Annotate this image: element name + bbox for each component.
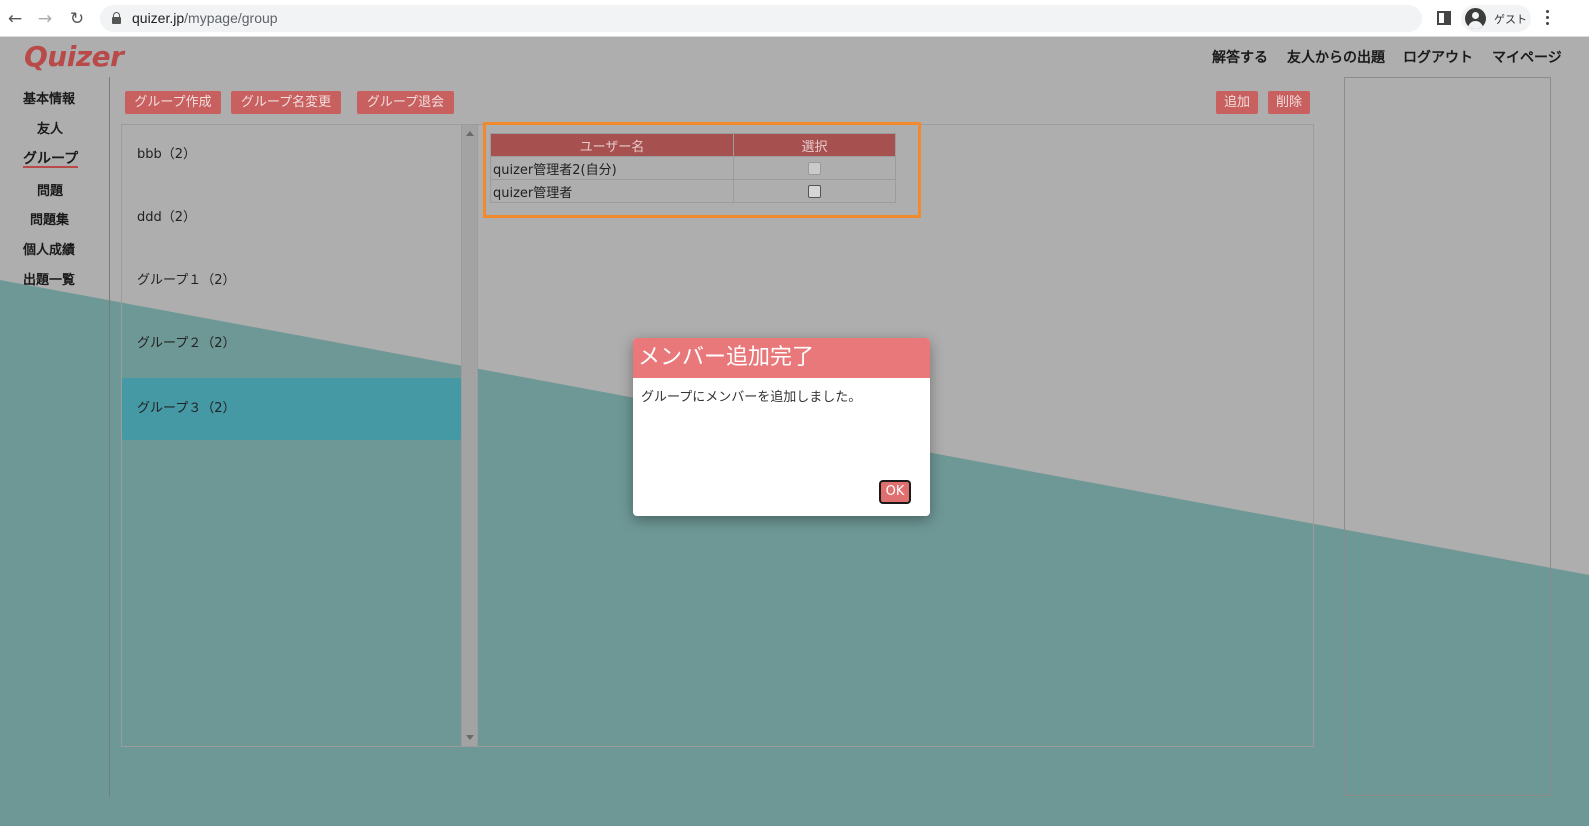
url-host: quizer.jp: [132, 10, 185, 26]
profile-button[interactable]: ゲスト: [1461, 5, 1531, 32]
add-button[interactable]: 追加: [1216, 91, 1258, 114]
back-arrow-icon[interactable]: ←: [4, 8, 26, 30]
completion-dialog: メンバー追加完了 グループにメンバーを追加しました。 OK: [633, 338, 930, 516]
reload-icon[interactable]: ↻: [66, 8, 88, 30]
sidebar-item-personal-results[interactable]: 個人成績: [23, 239, 75, 258]
scroll-down-arrow-icon[interactable]: [466, 735, 474, 740]
sidebar-divider: [109, 77, 110, 797]
rename-group-button[interactable]: グループ名変更: [231, 91, 341, 114]
dialog-title: メンバー追加完了: [633, 338, 930, 378]
column-username: ユーザー名: [490, 133, 734, 157]
group-item-group1[interactable]: グループ１（2）: [122, 250, 461, 312]
table-row: quizer管理者2(自分): [490, 156, 896, 180]
url-text[interactable]: quizer.jp/mypage/group: [132, 10, 278, 26]
member-select-cell: [733, 156, 896, 180]
column-select: 選択: [733, 133, 896, 157]
delete-button[interactable]: 削除: [1268, 91, 1310, 114]
profile-label: ゲスト: [1494, 13, 1527, 26]
table-row: quizer管理者: [490, 179, 896, 203]
sidebar-item-questions[interactable]: 問題: [37, 180, 63, 199]
group-item-group2[interactable]: グループ２（2）: [122, 313, 461, 375]
member-select-cell: [733, 179, 896, 203]
lock-icon[interactable]: [112, 12, 121, 24]
avatar-icon: [1465, 8, 1486, 29]
sidebar-item-group[interactable]: グループ: [23, 148, 78, 168]
site-logo[interactable]: Quizer: [24, 40, 124, 73]
group-item-ddd[interactable]: ddd（2）: [122, 187, 461, 249]
create-group-button[interactable]: グループ作成: [125, 91, 221, 114]
leave-group-button[interactable]: グループ退会: [357, 91, 454, 114]
table-header-row: ユーザー名 選択: [490, 133, 896, 157]
sidebar-item-basic-info[interactable]: 基本情報: [23, 88, 75, 107]
forward-arrow-icon[interactable]: →: [34, 8, 56, 30]
browser-toolbar: ← → ↻ quizer.jp/mypage/group ゲスト: [0, 0, 1589, 37]
member-name: quizer管理者2(自分): [490, 156, 734, 180]
nav-logout[interactable]: ログアウト: [1403, 47, 1473, 67]
sidebar-item-question-list[interactable]: 出題一覧: [23, 269, 75, 288]
member-name: quizer管理者: [490, 179, 734, 203]
side-panel-icon[interactable]: [1437, 11, 1451, 25]
group-item-bbb[interactable]: bbb（2）: [122, 124, 461, 186]
member-checkbox-disabled: [808, 161, 821, 175]
nav-mypage[interactable]: マイページ: [1492, 47, 1562, 67]
address-bar[interactable]: quizer.jp/mypage/group: [100, 5, 1422, 32]
scroll-up-arrow-icon[interactable]: [466, 131, 474, 136]
active-indicator: [23, 166, 78, 168]
url-path: /mypage/group: [184, 10, 278, 26]
member-table: ユーザー名 選択 quizer管理者2(自分) quizer管理者: [490, 133, 896, 203]
dialog-message: グループにメンバーを追加しました。: [641, 390, 862, 405]
nav-answer[interactable]: 解答する: [1212, 47, 1268, 67]
sidebar-item-friends[interactable]: 友人: [37, 118, 63, 137]
nav-friend-questions[interactable]: 友人からの出題: [1287, 47, 1385, 67]
sidebar-item-question-sets[interactable]: 問題集: [30, 209, 69, 228]
ok-button[interactable]: OK: [879, 480, 911, 504]
right-panel: [1344, 77, 1551, 796]
kebab-menu-icon[interactable]: [1546, 10, 1550, 28]
member-checkbox[interactable]: [808, 184, 821, 198]
group-item-group3[interactable]: グループ３（2）: [122, 378, 461, 440]
group-list-scrollbar[interactable]: [461, 124, 478, 747]
